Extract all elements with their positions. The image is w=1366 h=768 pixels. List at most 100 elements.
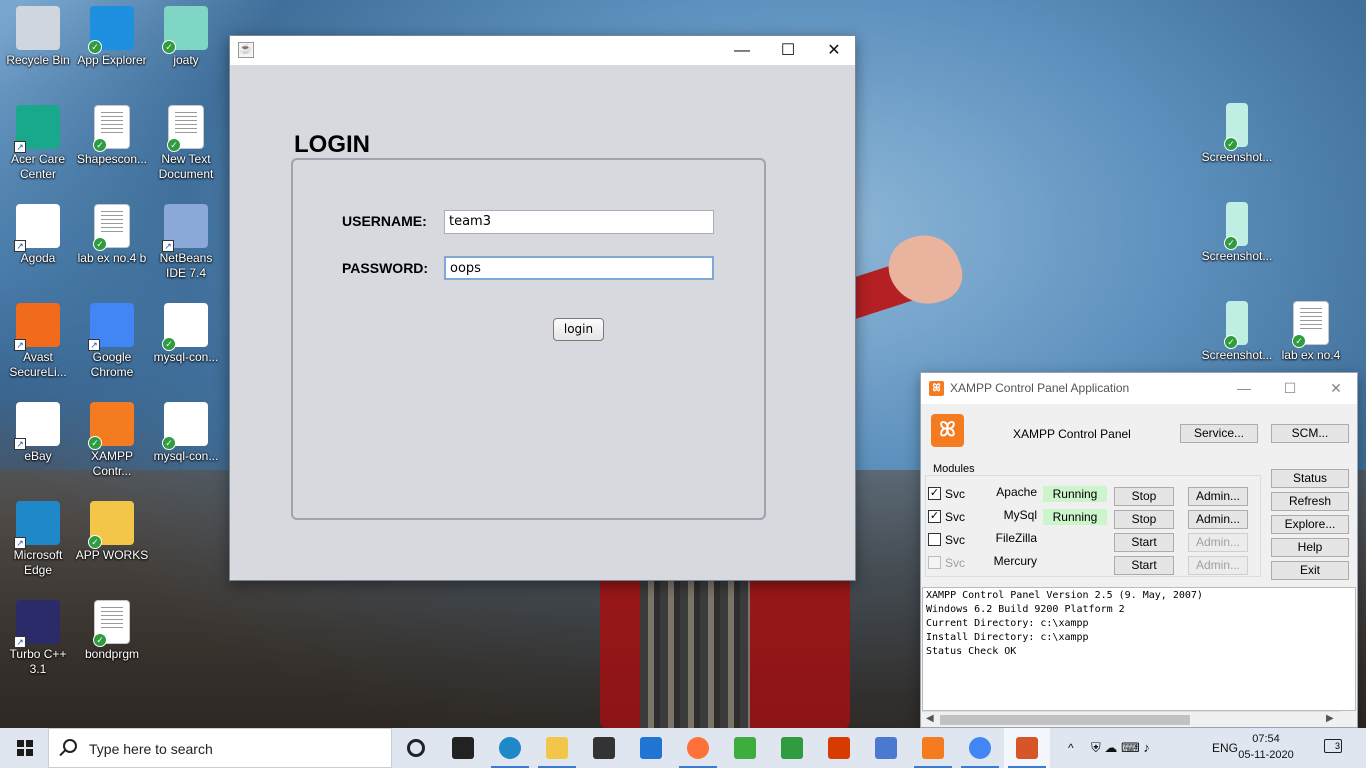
xampp-logo-icon: ꕤ <box>931 414 964 447</box>
taskbar-app-cortana[interactable] <box>393 728 439 768</box>
desktop-icon[interactable]: ✓ Screenshot... <box>1199 301 1275 363</box>
log-horizontal-scrollbar[interactable]: ◀ ▶ <box>922 711 1341 727</box>
sync-check-icon: ✓ <box>88 436 102 450</box>
taskbar-app-chrome[interactable] <box>957 728 1003 768</box>
desktop-icon[interactable]: ✓ XAMPP Contr... <box>74 402 150 479</box>
desktop-icon-label: Turbo C++ 3.1 <box>9 647 67 676</box>
login-button[interactable]: login <box>553 318 604 341</box>
module-action-button[interactable]: Stop <box>1114 487 1174 506</box>
taskbar-app-xampp[interactable] <box>910 728 956 768</box>
desktop-icon[interactable]: Recycle Bin <box>0 6 76 68</box>
notification-center-button[interactable]: 3 <box>1324 739 1344 757</box>
desktop-icon[interactable]: ↗ NetBeans IDE 7.4 <box>148 204 224 281</box>
close-button[interactable]: ✕ <box>811 36 857 65</box>
desktop-icon-label: lab ex no.4 <box>1281 348 1341 362</box>
svc-checkbox[interactable]: ✓ <box>928 487 941 500</box>
clock-date: 05-11-2020 <box>1238 749 1294 761</box>
xampp-icon: ꕤ <box>929 381 944 396</box>
status-button[interactable]: Status <box>1271 469 1349 488</box>
xampp-icon <box>922 737 944 759</box>
sync-check-icon: ✓ <box>162 40 176 54</box>
taskbar-search[interactable]: Type here to search <box>48 728 392 768</box>
svc-checkbox[interactable] <box>928 533 941 546</box>
minimize-button[interactable]: — <box>1221 373 1267 404</box>
desktop-icon[interactable]: ✓ joaty <box>148 6 224 68</box>
taskbar-clock[interactable]: 07:54 05-11-2020 <box>1238 731 1294 763</box>
document-icon: ✓ <box>93 204 130 251</box>
desktop-icon[interactable]: ✓ Screenshot... <box>1199 202 1275 264</box>
close-button[interactable]: ✕ <box>1313 373 1359 404</box>
desktop-icon[interactable]: ✓ Screenshot... <box>1199 103 1275 165</box>
desktop-icon[interactable]: ✓ New Text Document <box>148 105 224 182</box>
sync-check-icon: ✓ <box>93 633 107 647</box>
desktop-icon[interactable]: ✓ APP WORKS <box>74 501 150 563</box>
module-action-button[interactable]: Start <box>1114 556 1174 575</box>
desktop-icon[interactable]: ✓ lab ex no.4 <box>1273 301 1349 363</box>
start-button[interactable] <box>0 728 48 768</box>
desktop-icon-label: joaty <box>173 53 199 67</box>
desktop-icon[interactable]: ↗ eBay <box>0 402 76 464</box>
module-admin-button[interactable]: Admin... <box>1188 487 1248 506</box>
taskbar-app-java[interactable] <box>1004 728 1050 768</box>
desktop-icon-label: mysql-con... <box>153 350 219 364</box>
desktop-icon-label: APP WORKS <box>75 548 149 562</box>
language-indicator[interactable]: ENG <box>1212 728 1238 768</box>
tray-chevron-icon[interactable]: ^ <box>1068 728 1074 768</box>
desktop-icon-label: Recycle Bin <box>6 53 70 67</box>
login-window-titlebar[interactable]: ☕ — ☐ ✕ <box>230 36 855 65</box>
taskbar-app-firefox[interactable] <box>675 728 721 768</box>
taskbar-app-mail[interactable] <box>628 728 674 768</box>
maximize-button[interactable]: ☐ <box>1267 373 1313 404</box>
desktop-icon[interactable]: ↗ Avast SecureLi... <box>0 303 76 380</box>
desktop-icon[interactable]: ↗ Agoda <box>0 204 76 266</box>
exit-button[interactable]: Exit <box>1271 561 1349 580</box>
tray-status-icons[interactable]: ⛨ ☁ ⌨ ♪ <box>1091 728 1150 768</box>
maximize-button[interactable]: ☐ <box>765 36 811 65</box>
taskbar-app-virtualbox[interactable] <box>863 728 909 768</box>
module-admin-button[interactable]: Admin... <box>1188 510 1248 529</box>
scroll-left-icon[interactable]: ◀ <box>926 713 934 724</box>
refresh-button[interactable]: Refresh <box>1271 492 1349 511</box>
desktop-icon[interactable]: ✓ App Explorer <box>74 6 150 68</box>
scm-button[interactable]: SCM... <box>1271 424 1349 443</box>
desktop-icon[interactable]: ✓ mysql-con... <box>148 303 224 365</box>
module-name: FileZilla <box>995 531 1037 545</box>
desktop-icon[interactable]: ↗ Turbo C++ 3.1 <box>0 600 76 677</box>
module-action-button[interactable]: Start <box>1114 533 1174 552</box>
edge-icon: ↗ <box>14 501 60 549</box>
xampp-titlebar[interactable]: ꕤ XAMPP Control Panel Application — ☐ ✕ <box>921 373 1357 404</box>
desktop-icon-label: eBay <box>24 449 52 463</box>
service-button[interactable]: Service... <box>1180 424 1258 443</box>
username-field[interactable]: team3 <box>444 210 714 234</box>
xampp-log[interactable]: XAMPP Control Panel Version 2.5 (9. May,… <box>922 587 1356 711</box>
taskbar-app-notes[interactable] <box>769 728 815 768</box>
desktop-icon[interactable]: ↗ Google Chrome <box>74 303 150 380</box>
svc-checkbox[interactable]: ✓ <box>928 510 941 523</box>
taskbar-app-task-view[interactable] <box>440 728 486 768</box>
module-name: Apache <box>996 485 1037 499</box>
desktop-icon[interactable]: ✓ mysql-con... <box>148 402 224 464</box>
desktop-icon[interactable]: ✓ Shapescon... <box>74 105 150 167</box>
taskbar-app-file-explorer[interactable] <box>534 728 580 768</box>
scrollbar-thumb[interactable] <box>940 715 1190 725</box>
help-button[interactable]: Help <box>1271 538 1349 557</box>
desktop-icon[interactable]: ✓ bondprgm <box>74 600 150 662</box>
taskbar-app-wechat-like[interactable] <box>722 728 768 768</box>
module-action-button[interactable]: Stop <box>1114 510 1174 529</box>
desktop-icon[interactable]: ↗ Acer Care Center <box>0 105 76 182</box>
desktop-icon-label: Shapescon... <box>76 152 148 166</box>
desktop-icon[interactable]: ↗ Microsoft Edge <box>0 501 76 578</box>
search-icon <box>63 739 77 753</box>
minimize-button[interactable]: — <box>719 36 765 65</box>
java-icon: ✓ <box>162 303 208 351</box>
xampp-window-title: XAMPP Control Panel Application <box>950 381 1130 395</box>
explore-button[interactable]: Explore... <box>1271 515 1349 534</box>
taskbar-app-office[interactable] <box>816 728 862 768</box>
taskbar-app-store[interactable] <box>581 728 627 768</box>
password-field[interactable]: oops <box>444 256 714 280</box>
svc-label: Svc <box>945 533 966 547</box>
taskbar-app-edge[interactable] <box>487 728 533 768</box>
scroll-right-icon[interactable]: ▶ <box>1326 713 1334 724</box>
turbo-cpp-icon: ↗ <box>14 600 60 648</box>
desktop-icon[interactable]: ✓ lab ex no.4 b <box>74 204 150 266</box>
